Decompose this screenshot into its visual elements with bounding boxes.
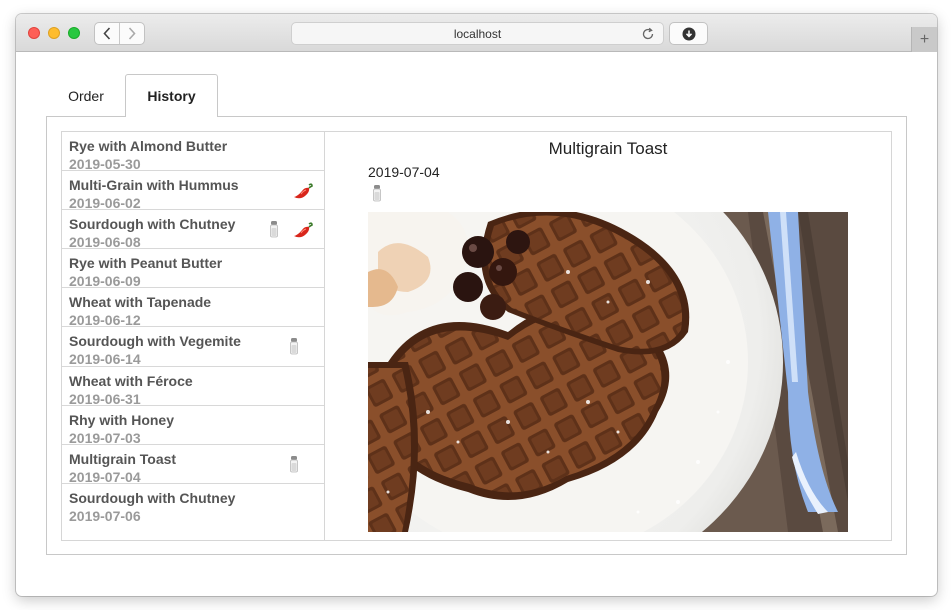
address-bar[interactable]: localhost	[291, 22, 664, 45]
browser-window: localhost + Order History Rye with Almon…	[16, 14, 937, 596]
back-button[interactable]	[95, 23, 119, 44]
history-row-date: 2019-06-09	[69, 273, 141, 290]
maximize-window-button[interactable]	[68, 27, 80, 39]
title-bar: localhost +	[16, 14, 937, 52]
history-row[interactable]: Wheat with Féroce 2019-06-31	[62, 367, 324, 407]
minimize-window-button[interactable]	[48, 27, 60, 39]
forward-button[interactable]	[119, 23, 144, 44]
history-panel: Rye with Almond Butter 2019-05-30 Multi-Gr…	[46, 116, 907, 555]
close-window-button[interactable]	[28, 27, 40, 39]
history-row[interactable]: Rye with Almond Butter 2019-05-30	[62, 132, 324, 172]
salt-shaker-icon	[290, 338, 298, 355]
history-row-title: Sourdough with Vegemite	[69, 333, 241, 350]
chili-pepper-icon	[294, 222, 313, 238]
history-row-title: Wheat with Féroce	[69, 372, 193, 389]
chevron-left-icon	[103, 27, 111, 40]
history-row[interactable]: Rye with Peanut Butter 2019-06-09	[62, 249, 324, 290]
history-row[interactable]: Multigrain Toast 2019-07-04	[62, 445, 324, 485]
downloads-button[interactable]	[669, 22, 708, 45]
history-row-date: 2019-07-04	[69, 468, 141, 485]
new-tab-button[interactable]: +	[911, 27, 937, 52]
history-row-date: 2019-06-12	[69, 312, 141, 329]
history-row-title: Multi-Grain with Hummus	[69, 177, 239, 194]
reload-icon[interactable]	[641, 27, 655, 41]
tab-history[interactable]: History	[125, 74, 218, 117]
history-list: Rye with Almond Butter 2019-05-30 Multi-Gr…	[62, 132, 325, 540]
history-row[interactable]: Sourdough with Chutney 2019-06-08	[62, 210, 324, 251]
detail-title: Multigrain Toast	[548, 139, 668, 158]
history-row[interactable]: Multi-Grain with Hummus 2019-06-02	[62, 171, 324, 212]
history-row-title: Sourdough with Chutney	[69, 489, 236, 506]
salt-shaker-icon	[290, 455, 298, 473]
history-row[interactable]: Sourdough with Chutney 2019-07-06	[62, 484, 324, 524]
detail-date: 2019-07-04	[368, 164, 440, 180]
history-row-date: 2019-07-03	[69, 429, 141, 446]
address-text: localhost	[453, 26, 502, 41]
history-row-date: 2019-07-06	[69, 507, 141, 524]
waffle-photo	[368, 212, 848, 532]
history-split-view: Rye with Almond Butter 2019-05-30 Multi-Gr…	[61, 131, 892, 541]
history-row-title: Rye with Almond Butter	[69, 138, 228, 154]
history-row-title: Rye with Peanut Butter	[69, 255, 223, 272]
history-row-date: 2019-06-14	[69, 351, 141, 368]
history-row[interactable]: Wheat with Tapenade 2019-06-12	[62, 288, 324, 329]
history-row-date: 2019-05-30	[69, 156, 141, 172]
history-row-title: Rhy with Honey	[69, 411, 175, 428]
history-row-title: Multigrain Toast	[69, 450, 177, 467]
history-row-title: Wheat with Tapenade	[69, 294, 212, 311]
navigation-buttons	[94, 22, 145, 45]
history-row-date: 2019-06-02	[69, 195, 141, 212]
history-row-title: Sourdough with Chutney	[69, 216, 236, 233]
chili-pepper-icon	[294, 183, 313, 199]
salt-shaker-icon	[373, 185, 381, 202]
download-icon	[682, 27, 695, 40]
salt-shaker-icon	[270, 221, 278, 238]
history-row-date: 2019-06-31	[69, 390, 141, 407]
history-row-date: 2019-06-08	[69, 234, 141, 251]
tab-order[interactable]: Order	[46, 74, 126, 117]
history-row[interactable]: Rhy with Honey 2019-07-03	[62, 406, 324, 446]
chevron-right-icon	[128, 27, 136, 40]
history-row[interactable]: Sourdough with Vegemite 2019-06-14	[62, 327, 324, 368]
detail-view: Multigrain Toast 2019-07-04	[325, 132, 891, 540]
